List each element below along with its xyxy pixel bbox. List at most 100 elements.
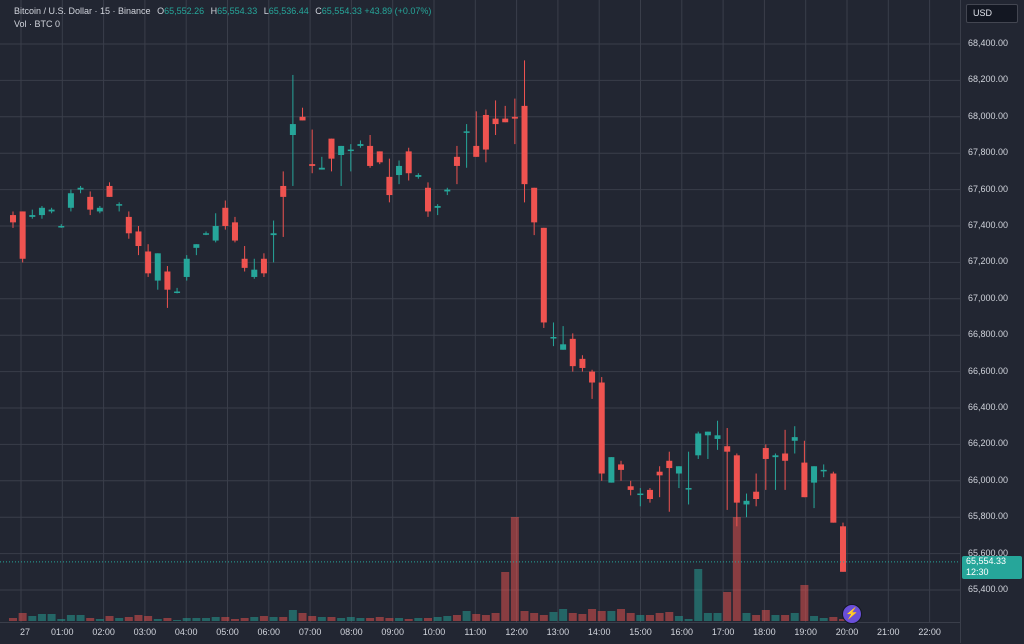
- volume-bar: [790, 613, 799, 621]
- volume-bar: [37, 614, 46, 621]
- currency-button[interactable]: USD: [966, 4, 1018, 23]
- volume-bar: [655, 613, 664, 621]
- candle-body: [212, 226, 219, 241]
- volume-bar: [86, 618, 95, 621]
- volume-bar: [76, 615, 85, 621]
- candle-body: [492, 118, 499, 125]
- volume-bar: [819, 618, 828, 621]
- price-tick-label: 65,400.00: [968, 584, 1009, 594]
- volume-bar: [462, 611, 471, 621]
- volume-bar: [28, 616, 37, 621]
- candle-body: [482, 114, 489, 150]
- lightning-bolt-icon[interactable]: ⚡: [842, 604, 862, 624]
- volume-bar: [124, 617, 133, 621]
- candle-body: [48, 209, 55, 212]
- low-value: 65,536.44: [268, 6, 309, 16]
- volume-bar: [472, 614, 481, 621]
- candle-body: [531, 187, 538, 223]
- candle-body: [637, 493, 644, 496]
- candle-body: [231, 222, 238, 241]
- volume-bar: [385, 618, 394, 621]
- time-tick-label: 11:00: [464, 627, 487, 637]
- volume-bar: [481, 615, 490, 621]
- candle-body: [145, 251, 152, 274]
- candle-body: [241, 258, 248, 268]
- volume-bar: [771, 615, 780, 621]
- candle-body: [125, 216, 132, 234]
- price-tick-label: 67,200.00: [968, 256, 1009, 267]
- price-tick-label: 66,400.00: [968, 402, 1009, 412]
- candle-body: [203, 233, 210, 235]
- volume-bar: [510, 517, 519, 621]
- price-chart[interactable]: [0, 0, 960, 622]
- time-tick-label: 27: [19, 627, 31, 637]
- candle-body: [299, 116, 306, 121]
- volume-bar: [742, 613, 751, 621]
- candle-body: [19, 211, 26, 259]
- time-tick-label: 12:00: [505, 627, 528, 637]
- candle-body: [675, 466, 682, 474]
- price-tick-label: 67,600.00: [968, 183, 1009, 194]
- volume-bar: [588, 609, 597, 621]
- volume-bar: [327, 617, 336, 621]
- volume-label: Vol · BTC: [14, 19, 53, 29]
- candle-body: [96, 207, 103, 212]
- time-tick-label: 04:00: [174, 627, 198, 637]
- candle-body: [550, 337, 557, 339]
- price-tick-label: 67,400.00: [968, 220, 1009, 230]
- volume-bar: [424, 618, 432, 621]
- price-tick-label: 66,200.00: [968, 438, 1009, 449]
- time-tick-label: 17:00: [711, 627, 735, 637]
- candle-body: [222, 207, 229, 226]
- volume-bar: [568, 613, 577, 621]
- volume-bar: [781, 615, 790, 621]
- volume-bar: [66, 615, 75, 621]
- candle-body: [338, 145, 345, 156]
- volume-bar: [549, 612, 558, 621]
- candle-body: [695, 433, 702, 456]
- candle-body: [772, 455, 779, 458]
- time-tick-label: 22:00: [918, 627, 941, 637]
- candle-body: [656, 471, 663, 476]
- volume-bar: [626, 613, 635, 621]
- time-tick-label: 18:00: [753, 627, 776, 637]
- candle-body: [328, 138, 335, 159]
- volume-bar: [337, 618, 346, 621]
- candle-body: [840, 526, 846, 572]
- time-tick-label: 21:00: [877, 627, 900, 637]
- price-tick-label: 68,000.00: [968, 110, 1009, 121]
- candle-body: [29, 215, 36, 217]
- time-tick-label: 13:00: [546, 627, 570, 637]
- volume-bar: [375, 617, 384, 621]
- volume-bar: [665, 612, 674, 621]
- price-tick-label: 68,200.00: [968, 74, 1009, 85]
- volume-bar: [153, 619, 162, 621]
- volume-bar: [597, 611, 606, 621]
- candle-body: [289, 124, 296, 135]
- time-tick-label: 02:00: [92, 627, 115, 637]
- volume-bar: [163, 618, 172, 621]
- volume-bar: [414, 618, 423, 621]
- volume-bar: [356, 618, 365, 621]
- price-tick-label: 66,000.00: [968, 474, 1009, 485]
- volume-bar: [366, 618, 375, 621]
- candle-body: [714, 435, 721, 439]
- price-axis[interactable]: [960, 0, 1024, 643]
- candle-body: [569, 338, 576, 367]
- candle-body: [280, 185, 287, 197]
- candle-body: [106, 185, 113, 197]
- candle-body: [463, 131, 470, 133]
- price-tick-label: 68,400.00: [968, 38, 1009, 48]
- symbol-legend[interactable]: Bitcoin / U.S. Dollar · 15 · Binance O65…: [14, 6, 431, 16]
- volume-bar: [47, 614, 56, 621]
- candle-body: [434, 205, 441, 208]
- candle-body: [87, 196, 94, 210]
- volume-legend[interactable]: Vol · BTC 0: [14, 19, 60, 29]
- volume-bar: [752, 615, 761, 621]
- last-price-tag: 65,554.33 12:30: [962, 556, 1022, 579]
- volume-bar: [684, 619, 693, 621]
- price-tick-label: 65,800.00: [968, 511, 1009, 522]
- time-tick-label: 10:00: [422, 627, 446, 637]
- volume-bar: [559, 609, 568, 621]
- volume-bar: [250, 617, 259, 621]
